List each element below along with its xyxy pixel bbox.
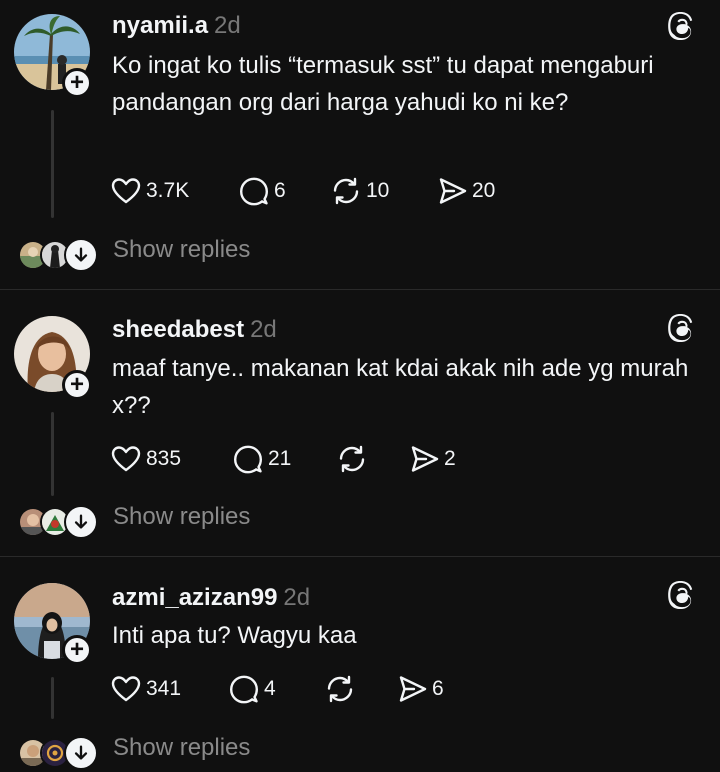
post-1: + nyamii.a 2d Ko ingat ko tulis “termasuk… [0,0,720,288]
arrow-down-icon [74,514,88,529]
thread-line [51,110,54,218]
comment-button[interactable]: 21 [232,442,291,476]
comment-count: 21 [268,447,292,470]
like-button[interactable]: 341 [110,672,181,706]
post-text: Ko ingat ko tulis “termasuk sst” tu dapa… [112,52,654,116]
arrow-down-icon [74,247,88,262]
share-icon [411,446,439,472]
post-3: + azmi_azizan99 2d Inti apa tu? Wagyu kaa… [0,557,720,770]
thread-line [51,412,54,496]
plus-icon: + [69,371,84,398]
share-button[interactable]: 20 [436,174,495,208]
threads-logo-icon[interactable] [666,581,698,613]
share-button[interactable]: 6 [396,672,444,706]
repost-icon [333,177,359,205]
expand-replies-button[interactable] [64,736,98,770]
heart-icon [111,676,141,702]
comment-icon [230,675,258,704]
share-count: 20 [472,179,496,202]
show-replies-link[interactable]: Show replies [113,503,250,531]
comment-icon [234,445,262,474]
comment-button[interactable]: 4 [228,672,276,706]
like-count: 3.7K [146,179,190,202]
comment-count: 6 [274,179,286,202]
repost-button[interactable] [336,442,368,476]
heart-icon [111,178,141,204]
repost-count: 10 [366,179,390,202]
threads-logo-icon[interactable] [666,314,698,346]
action-bar: 341 4 6 [110,672,530,706]
plus-icon: + [69,636,84,663]
repost-icon [339,445,365,473]
follow-button[interactable]: + [62,370,92,400]
repost-icon [327,675,353,703]
plus-icon: + [69,69,84,96]
show-replies-row[interactable]: Show replies [0,732,720,772]
show-replies-link[interactable]: Show replies [113,236,250,264]
follow-button[interactable]: + [62,635,92,665]
comment-count: 4 [264,677,276,700]
share-icon [439,178,467,204]
username[interactable]: azmi_azizan99 [112,584,277,611]
repost-button[interactable]: 10 [330,174,389,208]
share-button[interactable]: 2 [408,442,456,476]
post-header: azmi_azizan99 2d [112,584,310,612]
show-replies-link[interactable]: Show replies [113,734,250,762]
post-2: + sheedabest 2d maaf tanye.. makanan kat … [0,290,720,556]
like-button[interactable]: 3.7K [110,174,189,208]
show-replies-row[interactable]: Show replies [0,234,720,274]
follow-button[interactable]: + [62,68,92,98]
share-count: 6 [432,677,444,700]
expand-replies-button[interactable] [64,505,98,539]
heart-icon [111,446,141,472]
like-button[interactable]: 835 [110,442,181,476]
arrow-down-icon [74,745,88,760]
username[interactable]: nyamii.a [112,12,208,39]
expand-replies-button[interactable] [64,238,98,272]
show-replies-row[interactable]: Show replies [0,501,720,541]
post-text: maaf tanye.. makanan kat kdai akak nih a… [112,355,689,419]
like-count: 835 [146,447,182,470]
action-bar: 835 21 2 [110,442,530,476]
post-time: 2d [250,316,277,343]
share-count: 2 [444,447,456,470]
post-time: 2d [283,584,311,611]
repost-button[interactable] [324,672,356,706]
comment-button[interactable]: 6 [238,174,286,208]
post-header: sheedabest 2d [112,316,277,344]
share-icon [399,676,427,702]
username[interactable]: sheedabest [112,316,244,343]
threads-logo-icon[interactable] [666,12,698,44]
post-time: 2d [214,12,241,39]
comment-icon [240,177,268,206]
like-count: 341 [146,677,182,700]
post-text: Inti apa tu? Wagyu kaa [112,622,357,649]
thread-line [51,677,54,719]
action-bar: 3.7K 6 10 20 [110,174,530,208]
post-header: nyamii.a 2d [112,12,241,40]
